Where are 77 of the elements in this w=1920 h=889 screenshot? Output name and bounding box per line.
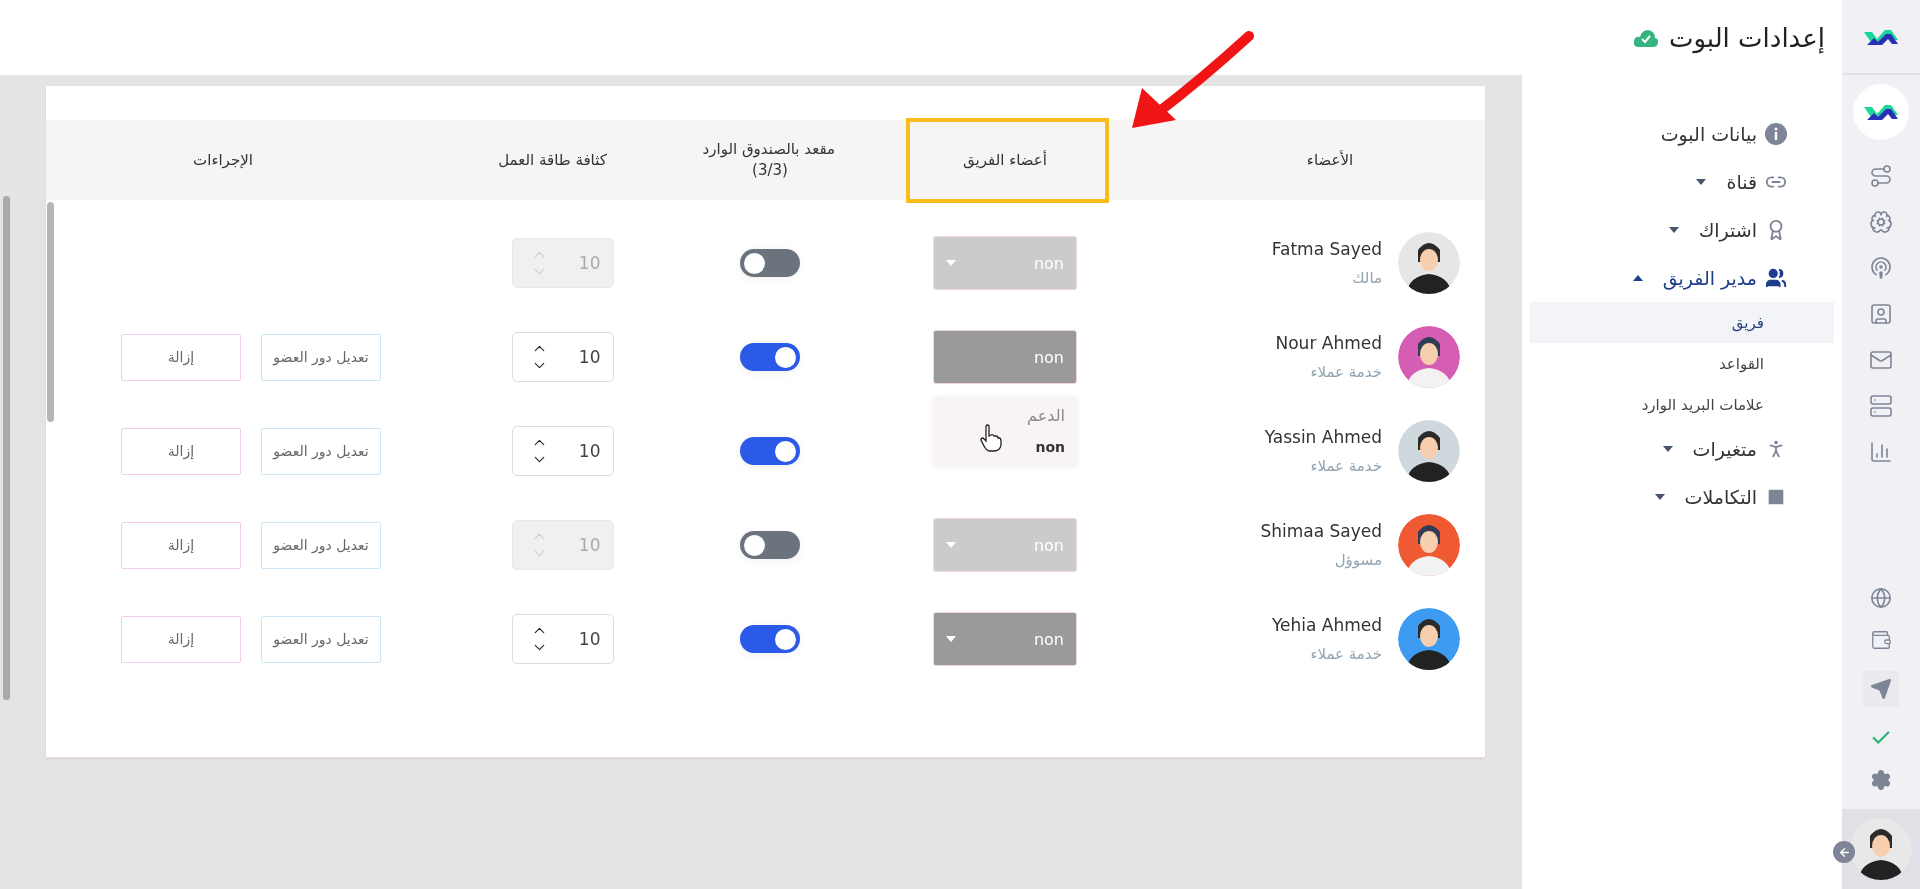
dropdown-option[interactable]: non	[1035, 439, 1065, 455]
contact-icon[interactable]	[1869, 302, 1893, 326]
sidebar-item[interactable]: بيانات البوت	[1530, 110, 1834, 158]
caret-icon	[1668, 227, 1679, 233]
edit-role-button[interactable]: تعديل دور العضو	[261, 427, 381, 475]
sidebar-item[interactable]: قناة	[1530, 158, 1834, 206]
seat-toggle[interactable]	[740, 531, 800, 559]
column-header: الإجراءات	[192, 149, 254, 171]
remove-button[interactable]: إزالة	[121, 615, 241, 663]
scrollbar[interactable]	[47, 202, 54, 422]
member-role: خدمة عملاء	[1310, 645, 1382, 663]
caret-icon	[1632, 275, 1643, 281]
seat-toggle[interactable]	[740, 625, 800, 653]
avatar	[1398, 608, 1460, 670]
column-header: مقعد بالصندوق الوارد (3/3)	[705, 139, 835, 181]
cloud-check-icon	[1632, 27, 1659, 48]
server-icon[interactable]	[1869, 394, 1893, 418]
caret-icon	[946, 260, 956, 266]
member-name: Yassin Ahmed	[1264, 427, 1382, 447]
member-role: خدمة عملاء	[1310, 457, 1382, 475]
member-name: Shimaa Sayed	[1260, 521, 1382, 541]
logo-icon	[1864, 103, 1898, 121]
mail-icon[interactable]	[1869, 348, 1893, 372]
brain-gear-icon[interactable]	[1869, 210, 1893, 234]
column-header: الأعضاء	[1305, 149, 1355, 171]
column-header: كثافة طاقة العمل	[497, 149, 608, 171]
wallet-icon[interactable]	[1870, 629, 1892, 651]
edit-role-button[interactable]: تعديل دور العضو	[261, 521, 381, 569]
globe-icon[interactable]	[1870, 587, 1892, 609]
page-title: إعدادات البوت	[1668, 22, 1825, 53]
member-role: مالك	[1352, 269, 1382, 287]
column-header: أعضاء الفريق	[962, 149, 1048, 171]
back-arrow-icon	[1837, 845, 1851, 859]
workload-stepper[interactable]: 10	[511, 332, 614, 382]
remove-button[interactable]: إزالة	[121, 427, 241, 475]
seat-toggle[interactable]	[740, 343, 800, 371]
workload-stepper[interactable]: 10	[511, 614, 614, 664]
member-name: Yehia Ahmed	[1271, 615, 1382, 635]
remove-button[interactable]: إزالة	[121, 521, 241, 569]
sidebar-item[interactable]: متغيرات	[1530, 425, 1834, 473]
member-name: Nour Ahmed	[1275, 333, 1382, 353]
settings-icon[interactable]	[1870, 769, 1892, 791]
sidebar-item[interactable]: اشتراك	[1530, 206, 1834, 254]
logo-icon	[1864, 27, 1898, 46]
avatar	[1850, 818, 1912, 880]
sidebar-subitem[interactable]: فريق	[1530, 302, 1834, 343]
edit-role-button[interactable]: تعديل دور العضو	[261, 333, 381, 381]
caret-icon	[1696, 179, 1707, 185]
seat-toggle[interactable]	[740, 249, 800, 277]
antenna-icon[interactable]	[1869, 256, 1893, 280]
chart-icon[interactable]	[1869, 440, 1893, 464]
caret-icon	[946, 636, 956, 642]
sidebar-subitem[interactable]: علامات البريد الوارد	[1530, 384, 1834, 425]
avatar	[1398, 232, 1460, 294]
avatar	[1398, 326, 1460, 388]
avatar	[1398, 514, 1460, 576]
workload-stepper[interactable]: 10	[511, 426, 614, 476]
route-icon[interactable]	[1869, 164, 1893, 188]
member-name: Fatma Sayed	[1271, 239, 1382, 259]
team-icon	[1765, 267, 1787, 289]
member-role: مسوؤل	[1334, 551, 1382, 569]
caret-icon	[1662, 446, 1673, 452]
avatar	[1398, 420, 1460, 482]
send-icon[interactable]	[1870, 678, 1892, 700]
sidebar-subitem[interactable]: القواعد	[1530, 343, 1834, 384]
info-icon	[1765, 123, 1787, 145]
remove-button[interactable]: إزالة	[121, 333, 241, 381]
sidebar-item[interactable]: التكاملات	[1530, 473, 1834, 521]
edit-role-button[interactable]: تعديل دور العضو	[261, 615, 381, 663]
caret-icon	[1654, 494, 1665, 500]
hand-cursor-icon	[980, 424, 1002, 452]
scrollbar[interactable]	[3, 196, 10, 700]
dropdown-option[interactable]: الدعم	[1027, 406, 1065, 425]
sidebar-item[interactable]: مدير الفريق	[1530, 254, 1834, 302]
seat-toggle[interactable]	[740, 437, 800, 465]
caret-icon	[946, 542, 956, 548]
member-role: خدمة عملاء	[1310, 363, 1382, 381]
